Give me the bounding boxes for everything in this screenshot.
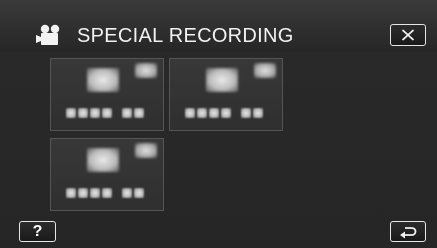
close-button[interactable]: [390, 24, 426, 46]
tile-label-blur: [221, 108, 231, 118]
tile-label-blur: [66, 188, 76, 198]
tile-mode-icon: [135, 143, 157, 158]
tile-preview-image: [87, 148, 119, 172]
help-button[interactable]: ?: [19, 221, 56, 242]
tile-mode-icon: [135, 63, 157, 78]
tile-label-blur: [122, 188, 132, 198]
tile-label-blur: [78, 108, 88, 118]
tile-label-blur: [90, 188, 100, 198]
back-button[interactable]: [390, 221, 426, 242]
tile-preview-image: [206, 68, 238, 92]
tile-label-blur: [102, 108, 112, 118]
tile-label-blur: [241, 108, 251, 118]
screen-title: SPECIAL RECORDING: [77, 25, 294, 47]
tile-label-blur: [134, 108, 144, 118]
tile-label-blur: [78, 188, 88, 198]
tile-label-blur: [134, 188, 144, 198]
movie-camera-icon: [36, 24, 60, 45]
tile-preview-image: [87, 68, 119, 92]
help-label: ?: [32, 222, 43, 240]
return-arrow-icon: [400, 226, 417, 238]
tile-label-blur: [66, 108, 76, 118]
tile-label-blur: [185, 108, 195, 118]
tile-label-blur: [209, 108, 219, 118]
recording-mode-tile[interactable]: [50, 138, 164, 211]
recording-mode-tile[interactable]: [169, 58, 283, 131]
tile-label-blur: [197, 108, 207, 118]
recording-mode-tile[interactable]: [50, 58, 164, 131]
close-x-icon: [401, 29, 415, 41]
tile-label-blur: [102, 188, 112, 198]
tile-label-blur: [90, 108, 100, 118]
special-recording-screen: SPECIAL RECORDING ?: [0, 0, 437, 248]
header-bar: SPECIAL RECORDING: [0, 0, 437, 52]
tile-label-blur: [253, 108, 263, 118]
tile-label-blur: [122, 108, 132, 118]
tile-mode-icon: [254, 63, 276, 78]
